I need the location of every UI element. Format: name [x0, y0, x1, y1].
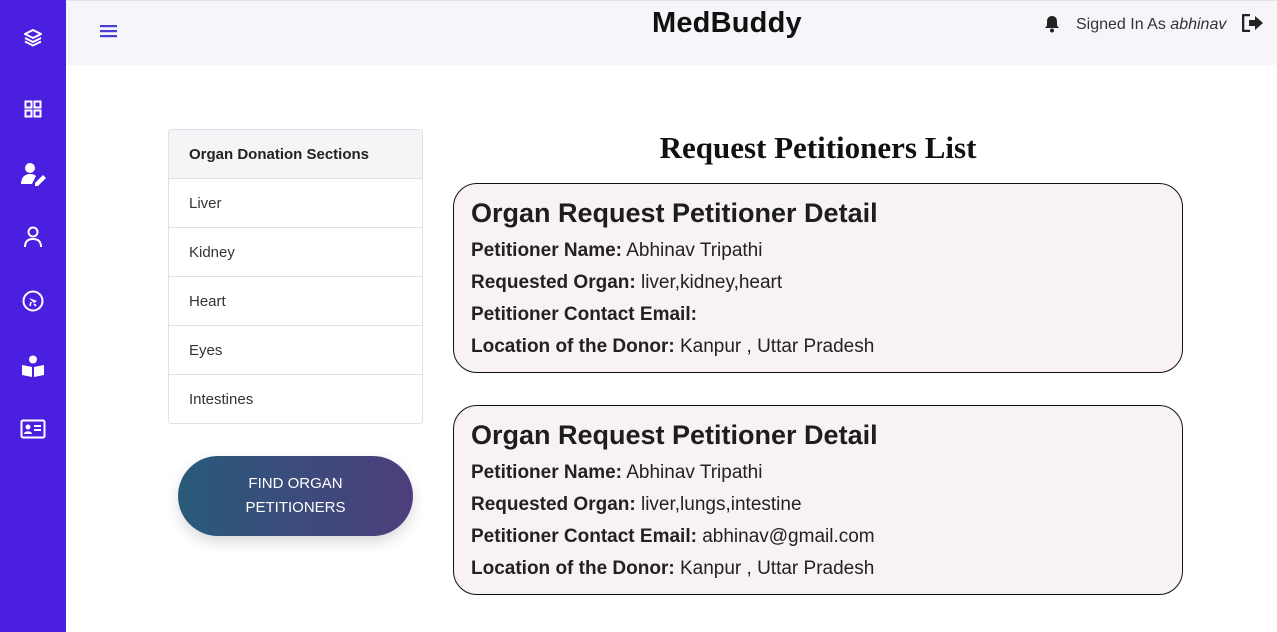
donor-location: Kanpur , Uttar Pradesh: [679, 558, 875, 579]
contact-email-row: Petitioner Contact Email:: [471, 299, 1165, 331]
id-card-icon[interactable]: [20, 417, 46, 441]
section-item-heart[interactable]: Heart: [169, 277, 422, 326]
bell-icon[interactable]: [1044, 15, 1062, 35]
find-organ-petitioners-button[interactable]: FIND ORGAN PETITIONERS: [178, 456, 413, 536]
petitioner-card: Organ Request Petitioner Detail Petition…: [453, 183, 1183, 373]
email-label: Petitioner Contact Email:: [471, 526, 697, 547]
name-label: Petitioner Name:: [471, 462, 622, 483]
layers-icon[interactable]: [21, 26, 45, 50]
section-item-kidney[interactable]: Kidney: [169, 228, 422, 277]
petitioner-card: Organ Request Petitioner Detail Petition…: [453, 405, 1183, 595]
user-icon[interactable]: [21, 225, 45, 249]
requested-organ-row: Requested Organ: liver,lungs,intestine: [471, 489, 1165, 521]
section-item-eyes[interactable]: Eyes: [169, 326, 422, 375]
donor-location-row: Location of the Donor: Kanpur , Uttar Pr…: [471, 331, 1165, 363]
signed-in-text: Signed In As abhinav: [1076, 16, 1226, 34]
signed-in-label: Signed In As: [1076, 16, 1166, 33]
brand-title: MedBuddy: [652, 7, 802, 39]
compass-icon[interactable]: [21, 289, 45, 313]
sidebar: [0, 0, 66, 632]
email-label: Petitioner Contact Email:: [471, 304, 697, 325]
user-edit-icon[interactable]: [20, 162, 48, 186]
top-bar: MedBuddy Signed In As abhinav: [66, 0, 1277, 65]
username: abhinav: [1170, 16, 1227, 33]
section-item-intestines[interactable]: Intestines: [169, 375, 422, 423]
card-heading: Organ Request Petitioner Detail: [471, 420, 878, 450]
organ-label: Requested Organ:: [471, 494, 636, 515]
hamburger-menu-icon[interactable]: [100, 23, 120, 41]
requested-organ-row: Requested Organ: liver,kidney,heart: [471, 267, 1165, 299]
petitioner-name: Abhinav Tripathi: [626, 240, 763, 261]
organ-label: Requested Organ:: [471, 272, 636, 293]
name-label: Petitioner Name:: [471, 240, 622, 261]
location-label: Location of the Donor:: [471, 336, 675, 357]
page-title: Request Petitioners List: [659, 130, 977, 165]
book-reader-icon[interactable]: [21, 354, 45, 378]
requested-organ: liver,kidney,heart: [640, 272, 783, 293]
section-item-liver[interactable]: Liver: [169, 179, 422, 228]
donor-location-row: Location of the Donor: Kanpur , Uttar Pr…: [471, 553, 1165, 585]
contact-email-row: Petitioner Contact Email: abhinav@gmail.…: [471, 521, 1165, 553]
donor-location: Kanpur , Uttar Pradesh: [679, 336, 875, 357]
petitioner-name-row: Petitioner Name: Abhinav Tripathi: [471, 235, 1165, 267]
card-heading: Organ Request Petitioner Detail: [471, 198, 878, 228]
organ-sections-header: Organ Donation Sections: [169, 130, 422, 179]
contact-email: abhinav@gmail.com: [702, 526, 875, 547]
organ-sections-list: Organ Donation Sections Liver Kidney Hea…: [168, 129, 423, 424]
petitioner-name-row: Petitioner Name: Abhinav Tripathi: [471, 457, 1165, 489]
logout-icon[interactable]: [1241, 13, 1264, 34]
requested-organ: liver,lungs,intestine: [640, 494, 802, 515]
location-label: Location of the Donor:: [471, 558, 675, 579]
dashboard-icon[interactable]: [21, 97, 45, 121]
petitioner-name: Abhinav Tripathi: [626, 462, 763, 483]
